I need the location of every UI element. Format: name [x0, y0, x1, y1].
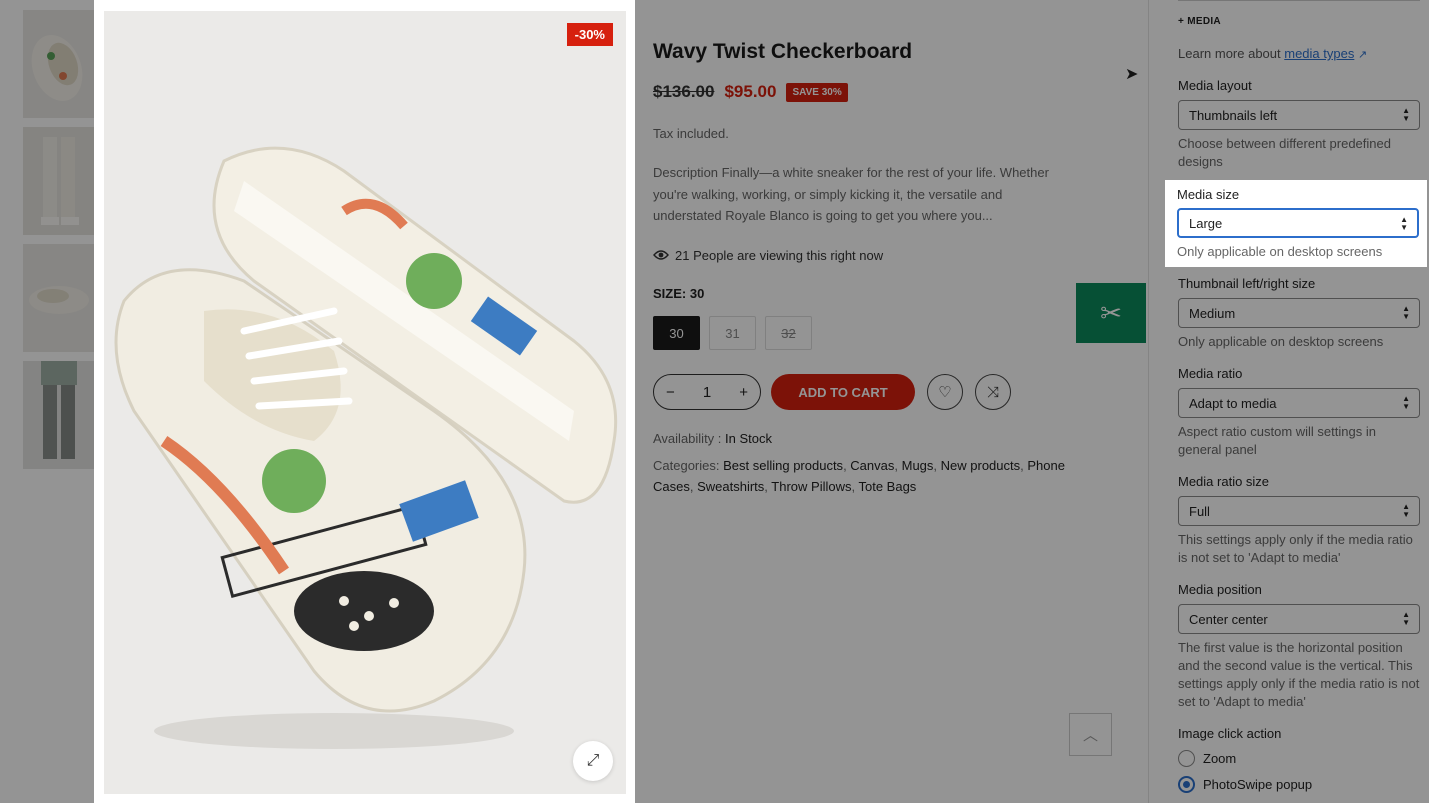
media-ratio-size-select[interactable]: Full ▲ ▼ — [1178, 496, 1420, 526]
thumb-size-value: Medium — [1189, 305, 1236, 321]
wrench-icon: ✂ — [1100, 297, 1122, 328]
radio-zoom[interactable]: Zoom — [1178, 750, 1236, 767]
media-position-value: Center center — [1189, 611, 1268, 627]
category-link[interactable]: Tote Bags — [858, 479, 916, 494]
save-badge: SAVE 30% — [786, 82, 848, 102]
select-arrows-icon: ▲ ▼ — [1400, 215, 1408, 232]
media-layout-select[interactable]: Thumbnails left ▲ ▼ — [1178, 100, 1420, 130]
media-ratio-select[interactable]: Adapt to media ▲ ▼ — [1178, 388, 1420, 418]
quantity-value[interactable]: 1 — [703, 384, 711, 401]
plus-icon[interactable]: + — [739, 384, 748, 401]
select-arrows-icon: ▲ ▼ — [1402, 610, 1410, 627]
media-layout-label: Media layout — [1178, 78, 1252, 93]
media-size-value: Large — [1189, 215, 1223, 231]
select-arrows-icon: ▲ ▼ — [1402, 394, 1410, 411]
thumbnail-model-jeans[interactable] — [23, 361, 95, 469]
eye-icon — [653, 248, 669, 263]
sale-badge: -30% — [566, 23, 613, 46]
radio-label: Zoom — [1203, 751, 1237, 766]
categories-label: Categories: — [653, 458, 720, 473]
settings-panel: + MEDIA Learn more about media types ↗ M… — [1148, 0, 1429, 803]
media-ratio-hint: Aspect ratio custom will settings in gen… — [1178, 424, 1376, 457]
tax-note: Tax included. — [653, 126, 729, 141]
price-row: $136.00 $95.00 SAVE 30% — [653, 82, 848, 102]
category-link[interactable]: New products — [941, 458, 1020, 473]
thumbnail-list — [23, 10, 95, 478]
image-click-label: Image click action — [1178, 726, 1282, 741]
radio-photoswipe[interactable]: PhotoSwipe popup — [1178, 776, 1312, 793]
expand-icon: ⤢ — [586, 752, 600, 769]
media-ratio-label: Media ratio — [1178, 366, 1243, 381]
select-arrows-icon: ▲ ▼ — [1402, 304, 1410, 321]
category-link[interactable]: Best selling products — [723, 458, 843, 473]
media-ratio-size-hint: This settings apply only if the media ra… — [1178, 532, 1413, 565]
media-ratio-size-value: Full — [1189, 503, 1210, 519]
media-position-hint: The first value is the horizontal positi… — [1178, 640, 1420, 709]
heart-icon: ♡ — [938, 384, 952, 401]
category-link[interactable]: Sweatshirts — [697, 479, 764, 494]
radio-button[interactable] — [1178, 750, 1195, 767]
media-size-label: Media size — [1177, 187, 1240, 202]
cart-row: − 1 + ADD TO CART ♡ ⤨ — [653, 374, 1011, 410]
availability-value: In Stock — [725, 431, 772, 446]
categories: Categories: Best selling products, Canva… — [653, 458, 1065, 494]
external-link-icon: ↗ — [1357, 49, 1368, 61]
divider — [1178, 0, 1420, 1]
media-position-select[interactable]: Center center ▲ ▼ — [1178, 604, 1420, 634]
add-to-cart-button[interactable]: ADD TO CART — [771, 374, 915, 410]
expand-button[interactable]: ⤢ — [573, 741, 613, 781]
thumb-size-select[interactable]: Medium ▲ ▼ — [1178, 298, 1420, 328]
mouse-cursor-icon: ➤ — [1125, 66, 1139, 83]
size-options: 30 31 32 — [653, 316, 812, 350]
radio-button-checked[interactable] — [1178, 776, 1195, 793]
media-size-select[interactable]: Large ▲ ▼ — [1177, 208, 1419, 238]
thumb-size-label: Thumbnail left/right size — [1178, 276, 1316, 291]
category-link[interactable]: Mugs — [902, 458, 934, 473]
media-types-link[interactable]: media types — [1284, 46, 1354, 61]
minus-icon[interactable]: − — [666, 384, 675, 401]
scroll-to-top-button[interactable]: ︿ — [1069, 713, 1112, 756]
wishlist-button[interactable]: ♡ — [927, 374, 963, 410]
media-ratio-size-label: Media ratio size — [1178, 474, 1270, 489]
thumbnail-model-pants[interactable] — [23, 127, 95, 235]
product-title: Wavy Twist Checkerboard — [653, 40, 913, 63]
media-layout-value: Thumbnails left — [1189, 107, 1278, 123]
quantity-stepper: − 1 + — [653, 374, 761, 410]
category-link[interactable]: Throw Pillows — [771, 479, 851, 494]
chevron-up-icon: ︿ — [1082, 727, 1098, 744]
size-option-30[interactable]: 30 — [653, 316, 700, 350]
media-position-label: Media position — [1178, 582, 1262, 597]
thumbnail-shoe-side[interactable] — [23, 244, 95, 352]
size-option-31[interactable]: 31 — [709, 316, 756, 350]
media-layout-hint: Choose between different predefined desi… — [1178, 136, 1391, 169]
price-compare: $136.00 — [653, 82, 715, 101]
compare-button[interactable]: ⤨ — [975, 374, 1011, 410]
select-arrows-icon: ▲ ▼ — [1402, 106, 1410, 123]
availability: Availability : In Stock — [653, 431, 772, 446]
select-arrows-icon: ▲ ▼ — [1402, 502, 1410, 519]
size-label: SIZE: 30 — [653, 286, 705, 301]
media-heading: + MEDIA — [1178, 16, 1221, 27]
radio-label: PhotoSwipe popup — [1203, 777, 1313, 792]
media-size-hint: Only applicable on desktop screens — [1177, 244, 1383, 259]
thumbnail-shoe-pair[interactable] — [23, 10, 95, 118]
thumb-size-hint: Only applicable on desktop screens — [1178, 334, 1384, 349]
size-option-32[interactable]: 32 — [765, 316, 812, 350]
media-highlight: -30% ⤢ — [94, 0, 635, 803]
viewers-text: 21 People are viewing this right now — [675, 248, 884, 263]
product-description: Description Finally—a white sneaker for … — [653, 165, 1049, 223]
compare-icon: ⤨ — [986, 383, 999, 401]
learn-text: Learn more about — [1178, 46, 1281, 61]
learn-more: Learn more about media types ↗ — [1178, 46, 1367, 61]
viewers-count: 21 People are viewing this right now — [653, 248, 883, 263]
price-sale: $95.00 — [724, 82, 777, 101]
category-link[interactable]: Canvas — [850, 458, 894, 473]
product-main-image[interactable]: -30% ⤢ — [104, 11, 626, 794]
availability-label: Availability : — [653, 431, 722, 446]
media-size-highlight: Media size Large ▲ ▼ Only applicable on d… — [1165, 180, 1427, 267]
wrench-button[interactable]: ✂ — [1076, 283, 1146, 343]
media-ratio-value: Adapt to media — [1189, 395, 1277, 411]
